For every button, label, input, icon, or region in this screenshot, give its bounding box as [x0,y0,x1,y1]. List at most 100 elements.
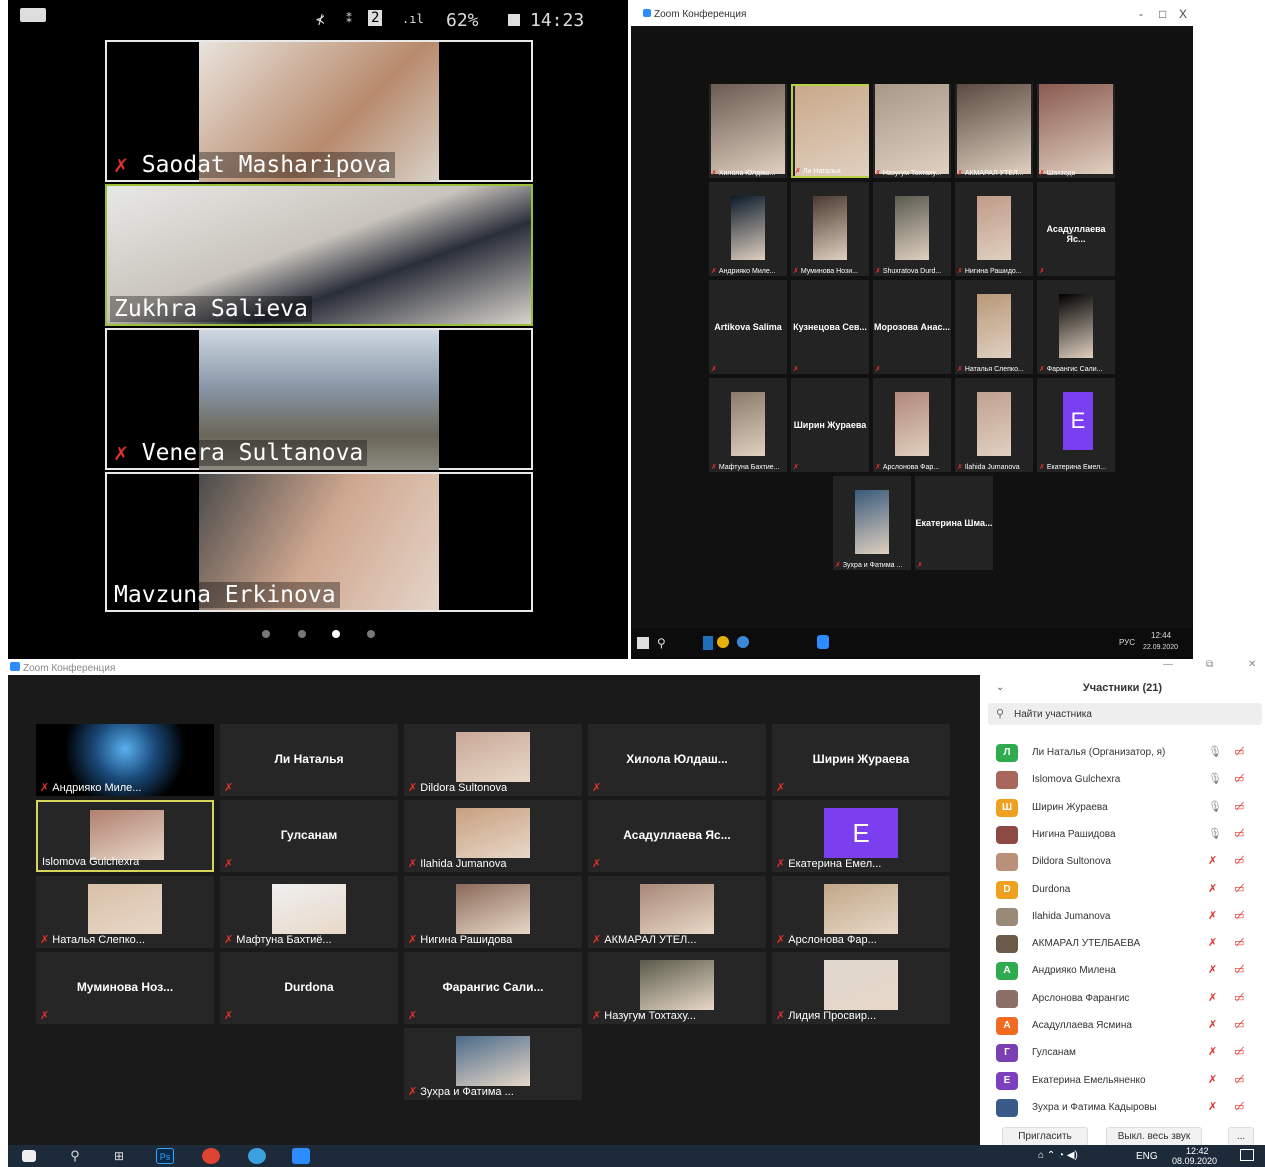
mute-all-button[interactable]: Выкл. весь звук [1106,1127,1202,1147]
close-button[interactable]: X [1179,7,1187,21]
video-off-icon[interactable]: ▭̸ [1234,909,1244,922]
video-tile[interactable]: ✗ Наталья Слепко... [36,876,214,948]
muted-mic-icon[interactable]: ✗ [1208,991,1217,1004]
video-off-icon[interactable]: ▭̸ [1234,854,1244,867]
video-tile[interactable]: E ✗ Екатерина Емел... [1037,378,1115,472]
participant-search-input[interactable]: ⚲ Найти участника [988,703,1262,725]
restore-button[interactable]: □ [1159,7,1166,21]
video-tile[interactable]: ✗ Шахзода [1037,84,1115,178]
video-tile[interactable]: Artikova Salima ✗ [709,280,787,374]
participant-row[interactable]: Арслонова Фарангис ✗ ▭̸ [996,988,1256,1010]
video-tile[interactable]: Кузнецова Сев... ✗ [791,280,869,374]
video-off-icon[interactable]: ▭̸ [1234,745,1244,758]
search-icon[interactable]: ⚲ [66,1148,84,1164]
participant-row[interactable]: Зухра и Фатима Кадыровы ✗ ▭̸ [996,1097,1256,1119]
video-tile[interactable]: Mavzuna Erkinova [105,472,533,612]
participant-row[interactable]: Dildora Sultonova ✗ ▭̸ [996,851,1256,873]
video-tile[interactable]: Морозова Анас... ✗ [873,280,951,374]
video-tile[interactable]: ✗ Муминова Нози... [791,182,869,276]
video-tile[interactable]: ✗ Андрияко Миле... [36,724,214,796]
notifications-icon[interactable] [1240,1149,1254,1161]
video-tile[interactable]: ✗ Saodat Masharipova [105,40,533,182]
video-off-icon[interactable]: ▭̸ [1234,772,1244,785]
zoom-taskbar-icon[interactable] [292,1148,310,1164]
video-tile[interactable]: Екатерина Шма... ✗ [915,476,993,570]
muted-mic-icon[interactable]: ✗ [1208,1100,1217,1113]
close-button[interactable]: ✕ [1248,659,1256,670]
video-tile[interactable]: ✗ Арслонова Фар... [772,876,950,948]
page-dot[interactable] [298,630,306,638]
video-tile[interactable]: ✗ Зухра и Фатима ... [833,476,911,570]
video-tile[interactable]: ✗ Ilahida Jumanova [955,378,1033,472]
participant-row[interactable]: А Андрияко Милена ✗ ▭̸ [996,960,1256,982]
video-tile[interactable]: ✗ Наталья Слепко... [955,280,1033,374]
video-tile[interactable]: ✗ Хилола Юлдаш... [709,84,787,178]
video-tile[interactable]: Гулсанам ✗ [220,800,398,872]
video-tile[interactable]: ✗ Ilahida Jumanova [404,800,582,872]
video-tile[interactable]: ✗ Dildora Sultonova [404,724,582,796]
invite-button[interactable]: Пригласить [1002,1127,1088,1147]
video-tile-active-speaker[interactable]: Zukhra Salieva [105,184,533,326]
video-off-icon[interactable]: ▭̸ [1234,1018,1244,1031]
video-tile[interactable]: ✗ Назугум Тохтаху... [588,952,766,1024]
video-tile[interactable]: ✗ Ли Наталья [791,84,869,178]
video-tile[interactable]: Фарангис Сали... ✗ [404,952,582,1024]
video-tile[interactable]: Асадуллаева Яс... ✗ [1037,182,1115,276]
windows-start-icon[interactable] [22,1150,36,1162]
page-dot[interactable] [367,630,375,638]
video-tile[interactable]: Асадуллаева Яс... ✗ [588,800,766,872]
participant-row[interactable]: Ш Ширин Жураева 🎙 ▭̸ [996,797,1256,819]
video-tile[interactable]: Durdona ✗ [220,952,398,1024]
video-tile[interactable]: Islomova Gulchexra [36,800,214,872]
search-icon[interactable]: ⚲ [657,636,666,650]
participant-row[interactable]: Л Ли Наталья (Организатор, я) 🎙 ▭̸ [996,742,1256,764]
task-view-icon[interactable]: ⊞ [110,1148,128,1164]
video-tile[interactable]: ✗ Лидия Просвир... [772,952,950,1024]
participant-row[interactable]: Нигина Рашидова 🎙 ▭̸ [996,824,1256,846]
page-dot-current[interactable] [332,630,340,638]
muted-mic-icon[interactable]: ✗ [1208,963,1217,976]
muted-mic-icon[interactable]: ✗ [1208,1073,1217,1086]
muted-mic-icon[interactable]: ✗ [1208,909,1217,922]
participant-row[interactable]: Е Екатерина Емельяненко ✗ ▭̸ [996,1070,1256,1092]
mic-icon[interactable]: 🎙 [1208,800,1222,813]
restore-button[interactable]: ⧉ [1206,659,1213,670]
mic-icon[interactable]: 🎙 [1208,745,1222,758]
video-off-icon[interactable]: ▭̸ [1234,800,1244,813]
video-tile[interactable]: ✗ Shuxratova Durd... [873,182,951,276]
video-off-icon[interactable]: ▭̸ [1234,963,1244,976]
chrome-icon[interactable] [717,636,729,648]
mic-icon[interactable]: 🎙 [1208,827,1222,840]
video-tile[interactable]: ✗ Арслонова Фар... [873,378,951,472]
more-button[interactable]: ... [1228,1127,1254,1147]
video-off-icon[interactable]: ▭̸ [1234,936,1244,949]
video-tile[interactable]: ✗ Фарангис Сали... [1037,280,1115,374]
video-tile[interactable]: ✗ АКМАРАЛ УТЕЛ... [588,876,766,948]
telegram-icon[interactable] [248,1148,266,1164]
participant-row[interactable]: Islomova Gulchexra 🎙 ▭̸ [996,769,1256,791]
mic-icon[interactable]: 🎙 [1208,772,1222,785]
participant-row[interactable]: АКМАРАЛ УТЕЛБАЕВА ✗ ▭̸ [996,933,1256,955]
chrome-icon[interactable] [202,1148,220,1164]
video-off-icon[interactable]: ▭̸ [1234,1073,1244,1086]
video-tile[interactable]: ✗ Мафтуна Бахтие... [709,378,787,472]
video-tile[interactable]: ✗ Нигина Рашидова [404,876,582,948]
video-tile[interactable]: ✗ Нигина Рашидо... [955,182,1033,276]
video-off-icon[interactable]: ▭̸ [1234,1100,1244,1113]
page-indicator[interactable] [258,630,378,642]
video-tile[interactable]: Ширин Жураева ✗ [791,378,869,472]
photoshop-icon[interactable]: Ps [156,1148,174,1164]
language-indicator[interactable]: РУС [1119,638,1135,647]
video-tile[interactable]: ✗ Мафтуна Бахтиё... [220,876,398,948]
muted-mic-icon[interactable]: ✗ [1208,854,1217,867]
video-tile[interactable]: ✗ Зухра и Фатима ... [404,1028,582,1100]
video-off-icon[interactable]: ▭̸ [1234,991,1244,1004]
video-tile[interactable]: Ширин Жураева ✗ [772,724,950,796]
video-tile[interactable]: Хилола Юлдаш... ✗ [588,724,766,796]
video-tile[interactable]: ✗ Андрияко Миле... [709,182,787,276]
muted-mic-icon[interactable]: ✗ [1208,1045,1217,1058]
participant-row[interactable]: А Асадуллаева Ясмина ✗ ▭̸ [996,1015,1256,1037]
participant-row[interactable]: Г Гулсанам ✗ ▭̸ [996,1042,1256,1064]
muted-mic-icon[interactable]: ✗ [1208,936,1217,949]
video-tile[interactable]: E ✗ Екатерина Емел... [772,800,950,872]
